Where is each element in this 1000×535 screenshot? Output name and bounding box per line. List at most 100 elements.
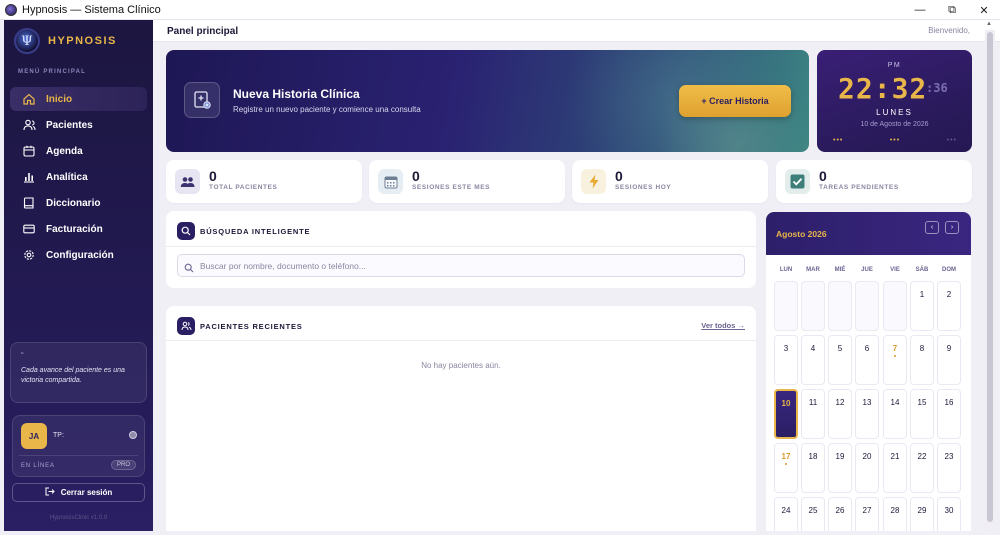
calendar-empty-cell <box>855 281 879 331</box>
weekday-label: MIÉ <box>834 267 846 273</box>
menu-section-title: MENÚ PRINCIPAL <box>18 69 87 75</box>
brand[interactable]: Ψ HYPNOSIS <box>14 28 117 54</box>
calendar-day[interactable]: 22 <box>910 443 934 493</box>
calendar-day[interactable]: 5 <box>828 335 852 385</box>
calendar-day[interactable]: 20 <box>855 443 879 493</box>
calendar-icon <box>22 144 36 158</box>
calendar-day[interactable]: 2 <box>937 281 961 331</box>
banner-subtitle: Registre un nuevo paciente y comience un… <box>233 105 421 114</box>
calendar-day-number: 30 <box>944 506 954 515</box>
search-input[interactable] <box>177 254 745 277</box>
page-title: Panel principal <box>167 26 239 37</box>
event-dot-icon <box>785 463 787 465</box>
create-record-button[interactable]: + Crear Historia <box>679 85 791 117</box>
sidebar-item-facturacion[interactable]: Facturación <box>10 217 147 241</box>
calendar-day-number: 4 <box>810 344 816 353</box>
stat-value: 0 <box>412 168 420 184</box>
clock-widget: PM 22:32 :36 LUNES 10 de Agosto de 2026 … <box>817 50 972 152</box>
logout-button[interactable]: Cerrar sesión <box>12 483 145 502</box>
sidebar-item-configuracion[interactable]: Configuración <box>10 243 147 267</box>
calendar-day-number: 2 <box>946 290 952 299</box>
calendar-day[interactable]: 1 <box>910 281 934 331</box>
calendar-empty-cell <box>828 281 852 331</box>
calendar-day[interactable]: 17 <box>774 443 798 493</box>
calendar-day-number: 21 <box>890 452 900 461</box>
stat-label: TAREAS PENDIENTES <box>819 184 899 191</box>
calendar-day-today[interactable]: 10 <box>774 389 798 439</box>
sidebar-item-analitica[interactable]: Analítica <box>10 165 147 189</box>
users-icon <box>22 118 36 132</box>
card-divider <box>166 246 756 247</box>
sidebar-item-inicio[interactable]: Inicio <box>10 87 147 111</box>
weekday-label: LUN <box>779 267 793 273</box>
calendar-day[interactable]: 4 <box>801 335 825 385</box>
calendar-day[interactable]: 7 <box>883 335 907 385</box>
scroll-up-icon[interactable]: ▲ <box>986 21 992 27</box>
stat-label: SESIONES ESTE MES <box>412 184 491 191</box>
sidebar-item-pacientes[interactable]: Pacientes <box>10 113 147 137</box>
sidebar-item-label: Inicio <box>46 93 73 105</box>
main-scrollbar[interactable] <box>985 30 995 531</box>
stat-card-sessions-month: 0 SESIONES ESTE MES <box>369 160 565 203</box>
view-all-link[interactable]: Ver todos → <box>701 321 745 330</box>
banner-title: Nueva Historia Clínica <box>233 87 360 101</box>
clock-seconds: :36 <box>926 81 948 95</box>
stat-value: 0 <box>615 168 623 184</box>
users-icon <box>175 169 200 194</box>
minimize-button[interactable]: — <box>904 0 936 20</box>
close-window-button[interactable]: ✕ <box>968 0 1000 20</box>
sidebar-item-label: Agenda <box>46 145 83 157</box>
calendar-day[interactable]: 30 <box>937 497 961 531</box>
calendar-day[interactable]: 27 <box>855 497 879 531</box>
sidebar-item-label: Diccionario <box>46 197 101 209</box>
calendar-day[interactable]: 26 <box>828 497 852 531</box>
book-icon <box>22 196 36 210</box>
user-card[interactable]: JA TP: EN LÍNEA PRO <box>12 415 145 477</box>
new-record-banner: Nueva Historia Clínica Registre un nuevo… <box>166 50 809 152</box>
calendar-day[interactable]: 24 <box>774 497 798 531</box>
sidebar-item-agenda[interactable]: Agenda <box>10 139 147 163</box>
calendar-day[interactable]: 11 <box>801 389 825 439</box>
calendar-widget: Agosto 2026 ‹ › LUN MAR MIÉ JUE VIE SÁB DOM 1 2 3… <box>766 212 971 531</box>
calendar-day-number: 27 <box>862 506 872 515</box>
calendar-day[interactable]: 18 <box>801 443 825 493</box>
stat-value: 0 <box>209 168 217 184</box>
calendar-day[interactable]: 9 <box>937 335 961 385</box>
brand-logo-icon: Ψ <box>14 28 40 54</box>
calendar-day[interactable]: 14 <box>883 389 907 439</box>
calendar-prev-button[interactable]: ‹ <box>925 221 939 234</box>
calendar-day-number: 14 <box>890 398 900 407</box>
calendar-day[interactable]: 28 <box>883 497 907 531</box>
calendar-day[interactable]: 13 <box>855 389 879 439</box>
sidebar-item-label: Facturación <box>46 223 103 235</box>
clock-date: 10 de Agosto de 2026 <box>860 121 929 128</box>
calendar-day[interactable]: 6 <box>855 335 879 385</box>
window-titlebar: Hypnosis — Sistema Clínico — ⧉ ✕ <box>0 0 1000 20</box>
calendar-day[interactable]: 19 <box>828 443 852 493</box>
calendar-next-button[interactable]: › <box>945 221 959 234</box>
recent-patients-card: PACIENTES RECIENTES Ver todos → No hay p… <box>166 306 756 531</box>
maximize-button[interactable]: ⧉ <box>936 0 968 20</box>
sidebar-item-label: Configuración <box>46 249 114 261</box>
calendar-day[interactable]: 8 <box>910 335 934 385</box>
calendar-day[interactable]: 25 <box>801 497 825 531</box>
calendar-day[interactable]: 23 <box>937 443 961 493</box>
stat-value: 0 <box>819 168 827 184</box>
calendar-day[interactable]: 16 <box>937 389 961 439</box>
calendar-day[interactable]: 15 <box>910 389 934 439</box>
calendar-day[interactable]: 3 <box>774 335 798 385</box>
dots-right: ••• <box>946 137 957 144</box>
logout-icon <box>45 487 55 498</box>
calendar-day[interactable]: 12 <box>828 389 852 439</box>
weekday-label: SÁB <box>915 267 929 273</box>
lightning-icon <box>581 169 606 194</box>
calendar-day-number: 26 <box>835 506 845 515</box>
calendar-day[interactable]: 21 <box>883 443 907 493</box>
calendar-day-number: 17 <box>781 452 791 461</box>
stat-label: SESIONES HOY <box>615 184 672 191</box>
sidebar-item-diccionario[interactable]: Diccionario <box>10 191 147 215</box>
sidebar-item-label: Pacientes <box>46 119 93 131</box>
user-card-divider <box>19 455 138 456</box>
calendar-day[interactable]: 29 <box>910 497 934 531</box>
scrollbar-thumb[interactable] <box>987 32 993 522</box>
